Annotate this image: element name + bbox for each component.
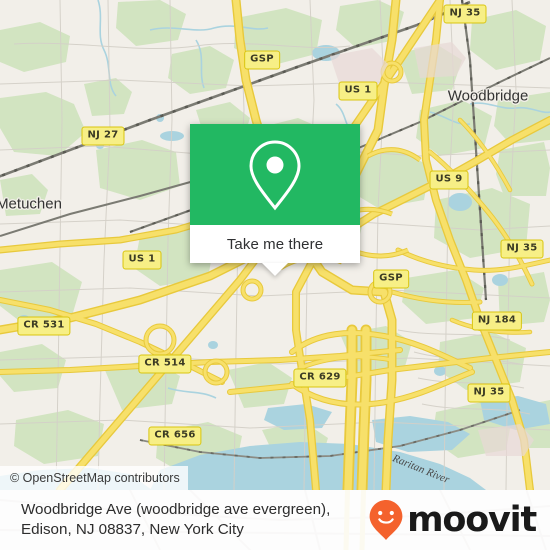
map-pin-icon: [249, 139, 301, 210]
moovit-wordmark: moovit: [407, 499, 537, 540]
road-shield: NJ 35: [467, 383, 511, 403]
road-shield: NJ 35: [500, 239, 544, 259]
place-label: Metuchen: [0, 195, 62, 213]
place-label: Woodbridge: [447, 87, 529, 105]
address-line-2: Edison, NJ 08837, New York City: [21, 521, 244, 538]
footer-bar: Woodbridge Ave (woodbridge ave evergreen…: [0, 490, 550, 550]
map-canvas[interactable]: NJ 35 GSP US 1 NJ 27 US 9 NJ 35 US 1 GSP CR 531 N…: [0, 0, 550, 490]
road-shield: CR 514: [138, 354, 192, 374]
road-shield: CR 531: [17, 316, 71, 336]
take-me-there-label: Take me there: [226, 235, 324, 253]
road-shield: GSP: [244, 50, 280, 70]
popup-tail-arrow: [262, 263, 288, 276]
footer-content: Woodbridge Ave (woodbridge ave evergreen…: [0, 490, 550, 550]
road-shield: NJ 27: [81, 126, 125, 146]
osm-attribution[interactable]: © OpenStreetMap contributors: [0, 466, 188, 490]
take-me-there-popup[interactable]: Take me there: [190, 124, 360, 276]
road-shield: US 1: [338, 81, 378, 101]
road-shield: CR 629: [293, 368, 347, 388]
road-shield: US 9: [429, 170, 469, 190]
moovit-smiley-pin-icon: [369, 500, 403, 540]
location-address: Woodbridge Ave (woodbridge ave evergreen…: [21, 500, 330, 540]
popup-marker-area: [190, 124, 360, 225]
popup-action-area[interactable]: Take me there: [190, 225, 360, 263]
road-shield: NJ 35: [443, 4, 487, 24]
road-shield: CR 656: [148, 426, 202, 446]
road-shield: NJ 184: [471, 311, 523, 331]
road-shield: GSP: [373, 269, 409, 289]
moovit-logo[interactable]: moovit: [366, 498, 537, 542]
moovit-map-screenshot: NJ 35 GSP US 1 NJ 27 US 9 NJ 35 US 1 GSP CR 531 N…: [0, 0, 550, 550]
address-line-1: Woodbridge Ave (woodbridge ave evergreen…: [21, 501, 331, 518]
road-shield: US 1: [122, 250, 162, 270]
